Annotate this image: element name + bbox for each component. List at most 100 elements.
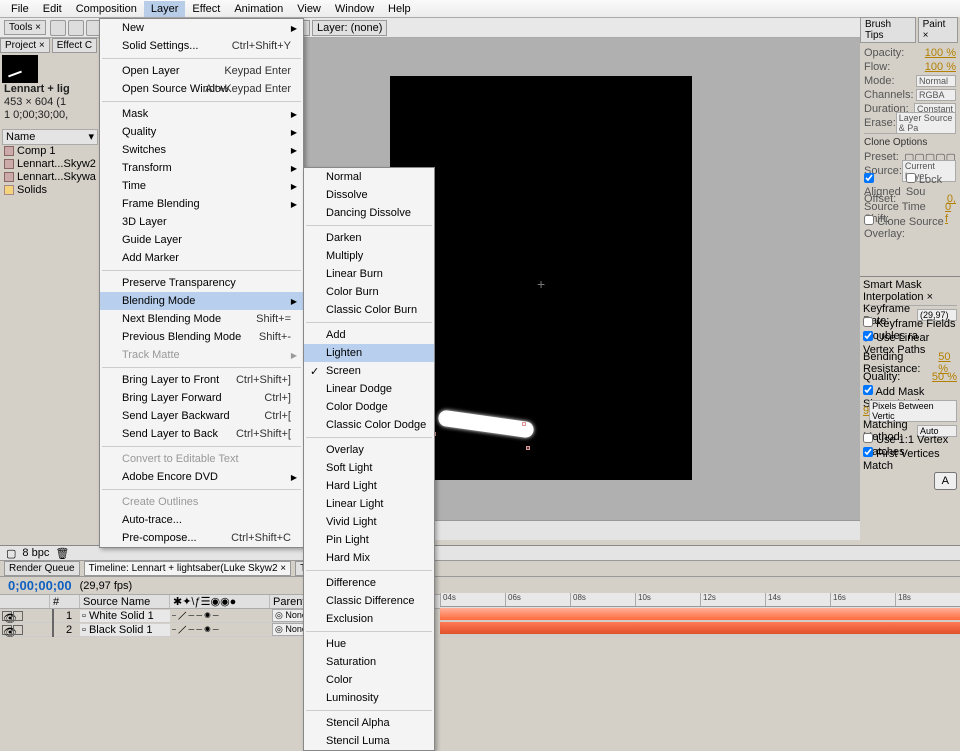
lock-icon[interactable] [13, 611, 23, 621]
trash-icon[interactable]: 🗑 [55, 547, 69, 560]
menu-item-previous-blending-mode[interactable]: Previous Blending ModeShift+- [100, 328, 303, 346]
menu-item-dissolve[interactable]: Dissolve [304, 186, 434, 204]
menu-item-switches[interactable]: Switches▶ [100, 141, 303, 159]
menu-window[interactable]: Window [328, 1, 381, 17]
menu-edit[interactable]: Edit [36, 1, 69, 17]
folder-icon[interactable]: ▢ [6, 547, 16, 560]
project-item[interactable]: Comp 1 [2, 145, 98, 158]
menu-item-quality[interactable]: Quality▶ [100, 123, 303, 141]
eye-icon[interactable]: 👁 [2, 625, 12, 635]
render-queue-tab[interactable]: Render Queue [4, 561, 80, 576]
menu-item-adobe-encore-dvd[interactable]: Adobe Encore DVD▶ [100, 468, 303, 486]
menu-item-frame-blending[interactable]: Frame Blending▶ [100, 195, 303, 213]
menu-item-hard-mix[interactable]: Hard Mix [304, 549, 434, 567]
menu-item-difference[interactable]: Difference [304, 574, 434, 592]
project-item[interactable]: Solids [2, 184, 98, 197]
flow-value[interactable]: 100 % [925, 61, 956, 73]
menu-item-classic-color-burn[interactable]: Classic Color Burn [304, 301, 434, 319]
layer-color-swatch[interactable] [52, 623, 54, 637]
menu-item-hard-light[interactable]: Hard Light [304, 477, 434, 495]
menu-item-stencil-alpha[interactable]: Stencil Alpha [304, 714, 434, 732]
menu-item-saturation[interactable]: Saturation [304, 653, 434, 671]
lock-icon[interactable] [13, 625, 23, 635]
layer-color-swatch[interactable] [52, 609, 54, 623]
menu-item-time[interactable]: Time▶ [100, 177, 303, 195]
menu-item-color-burn[interactable]: Color Burn [304, 283, 434, 301]
layer-track[interactable] [440, 621, 960, 635]
clone-source-overlay-checkbox[interactable]: Clone Source Overlay: [864, 215, 956, 240]
menu-item-solid-settings-[interactable]: Solid Settings...Ctrl+Shift+Y [100, 37, 303, 55]
menu-item-linear-burn[interactable]: Linear Burn [304, 265, 434, 283]
menu-item-preserve-transparency[interactable]: Preserve Transparency [100, 274, 303, 292]
menu-item-vivid-light[interactable]: Vivid Light [304, 513, 434, 531]
menu-item-color[interactable]: Color [304, 671, 434, 689]
menu-item-luminosity[interactable]: Luminosity [304, 689, 434, 707]
selection-tool-icon[interactable] [50, 20, 66, 36]
mode-dropdown[interactable]: Normal [916, 75, 956, 87]
menu-item-add-marker[interactable]: Add Marker [100, 249, 303, 267]
menu-item-hue[interactable]: Hue [304, 635, 434, 653]
menu-item-screen[interactable]: ✓Screen [304, 362, 434, 380]
hand-tool-icon[interactable] [68, 20, 84, 36]
menu-item-next-blending-mode[interactable]: Next Blending ModeShift+= [100, 310, 303, 328]
menu-item-exclusion[interactable]: Exclusion [304, 610, 434, 628]
transform-handle[interactable] [526, 446, 530, 450]
menu-item-color-dodge[interactable]: Color Dodge [304, 398, 434, 416]
eye-icon[interactable]: 👁 [2, 611, 12, 621]
menu-item-new[interactable]: New▶ [100, 19, 303, 37]
tools-tab[interactable]: Tools × [4, 20, 46, 35]
menu-item-overlay[interactable]: Overlay [304, 441, 434, 459]
menu-item-open-source-window[interactable]: Open Source WindowAlt+Keypad Enter [100, 80, 303, 98]
menu-item-add[interactable]: Add [304, 326, 434, 344]
menu-item-lighten[interactable]: Lighten [304, 344, 434, 362]
quality-value[interactable]: 50 % [932, 371, 957, 383]
menu-item-pin-light[interactable]: Pin Light [304, 531, 434, 549]
menu-item-pre-compose-[interactable]: Pre-compose...Ctrl+Shift+C [100, 529, 303, 547]
brush-tips-tab[interactable]: Brush Tips [860, 17, 916, 43]
opacity-value[interactable]: 100 % [925, 47, 956, 59]
menu-item-send-layer-backward[interactable]: Send Layer BackwardCtrl+[ [100, 407, 303, 425]
menu-item-multiply[interactable]: Multiply [304, 247, 434, 265]
menu-item-stencil-luma[interactable]: Stencil Luma [304, 732, 434, 750]
menu-item-linear-dodge[interactable]: Linear Dodge [304, 380, 434, 398]
menu-layer[interactable]: Layer [144, 1, 186, 17]
project-column-header[interactable]: Name ▾ [2, 129, 98, 145]
menu-view[interactable]: View [290, 1, 328, 17]
menu-help[interactable]: Help [381, 1, 418, 17]
menu-item-linear-light[interactable]: Linear Light [304, 495, 434, 513]
menu-composition[interactable]: Composition [69, 1, 144, 17]
menu-item-soft-light[interactable]: Soft Light [304, 459, 434, 477]
current-timecode[interactable]: 0;00;00;00 [8, 578, 72, 593]
menu-item-blending-mode[interactable]: Blending Mode▶ [100, 292, 303, 310]
source-name-header[interactable]: Source Name [80, 595, 170, 608]
erase-dropdown[interactable]: Layer Source & Pa [896, 112, 956, 134]
apply-button[interactable]: A [934, 472, 957, 490]
menu-item-dancing-dissolve[interactable]: Dancing Dissolve [304, 204, 434, 222]
project-tab[interactable]: Project × [0, 38, 50, 53]
menu-item-send-layer-to-back[interactable]: Send Layer to BackCtrl+Shift+[ [100, 425, 303, 443]
channels-dropdown[interactable]: RGBA [916, 89, 956, 101]
menu-item-auto-trace-[interactable]: Auto-trace... [100, 511, 303, 529]
menu-item-mask[interactable]: Mask▶ [100, 105, 303, 123]
menu-item-transform[interactable]: Transform▶ [100, 159, 303, 177]
bit-depth-toggle[interactable]: 8 bpc [22, 547, 49, 559]
menu-item-normal[interactable]: Normal [304, 168, 434, 186]
project-item[interactable]: Lennart...Skywa [2, 171, 98, 184]
menu-animation[interactable]: Animation [227, 1, 290, 17]
first-vertices-match-checkbox[interactable]: First Vertices Match [863, 447, 957, 472]
layer-name[interactable]: ▫ White Solid 1 [80, 610, 170, 622]
menu-item-guide-layer[interactable]: Guide Layer [100, 231, 303, 249]
menu-item-darken[interactable]: Darken [304, 229, 434, 247]
time-ruler[interactable]: 04s06s08s10s12s14s16s18s [440, 593, 960, 607]
menu-file[interactable]: File [4, 1, 36, 17]
menu-item-open-layer[interactable]: Open LayerKeypad Enter [100, 62, 303, 80]
timeline-comp-tab[interactable]: Timeline: Lennart + lightsaber(Luke Skyw… [84, 561, 292, 576]
menu-item-classic-color-dodge[interactable]: Classic Color Dodge [304, 416, 434, 434]
transform-handle[interactable] [522, 422, 526, 426]
effect-controls-tab[interactable]: Effect C [52, 38, 97, 53]
menu-item-3d-layer[interactable]: 3D Layer [100, 213, 303, 231]
menu-item-classic-difference[interactable]: Classic Difference [304, 592, 434, 610]
layer-name[interactable]: ▫ Black Solid 1 [80, 624, 170, 636]
menu-item-bring-layer-to-front[interactable]: Bring Layer to FrontCtrl+Shift+] [100, 371, 303, 389]
menu-effect[interactable]: Effect [185, 1, 227, 17]
